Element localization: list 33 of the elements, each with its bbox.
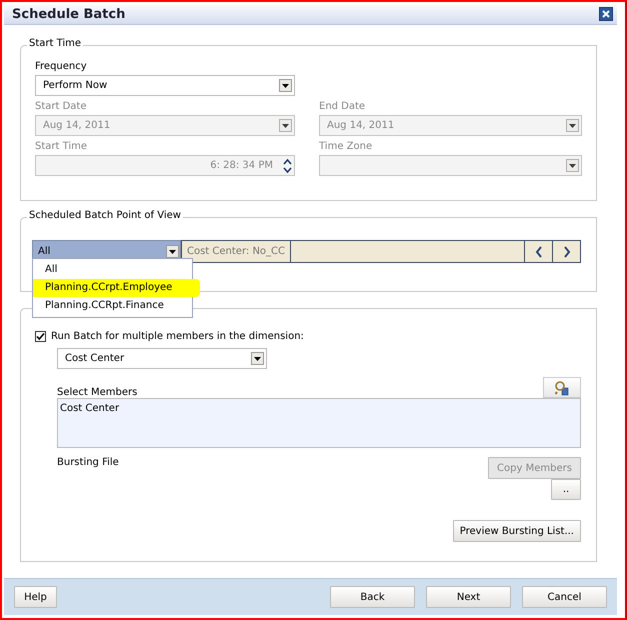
dropdown-option[interactable]: Planning.CCrpt.Employee <box>33 279 200 297</box>
dropdown-field[interactable]: Perform Now <box>35 75 295 96</box>
chevron-left-icon <box>534 246 542 258</box>
field-label: Time Zone <box>319 140 374 154</box>
checkbox[interactable] <box>35 331 46 342</box>
dialog-button[interactable]: Back <box>330 586 415 608</box>
field-label: End Date <box>319 100 366 114</box>
dropdown-arrow-icon[interactable] <box>166 245 179 258</box>
dialog-button[interactable]: Next <box>426 586 511 608</box>
chevron-right-icon <box>562 246 570 258</box>
magnifier-icon <box>554 380 570 396</box>
close-icon[interactable] <box>599 7 613 22</box>
window-title: Schedule Batch <box>12 6 126 22</box>
dialog-button[interactable]: Cancel <box>522 586 607 608</box>
dimension-dropdown[interactable]: Cost Center <box>57 348 267 370</box>
field-label: Select Members <box>57 387 138 398</box>
section-legend: Scheduled Batch Point of View <box>27 210 183 222</box>
previous-button[interactable] <box>525 240 553 264</box>
field-label: Bursting File <box>57 457 119 470</box>
section-legend: Start Time <box>27 38 84 50</box>
field-label: Start Time <box>35 140 88 154</box>
checkbox-label: Run Batch for multiple members in the dimension: <box>51 331 304 342</box>
browse-button[interactable]: .. <box>551 479 581 500</box>
preview-button[interactable]: Preview Bursting List... <box>452 520 581 542</box>
help-button[interactable]: Help <box>14 586 57 608</box>
member-selector-button[interactable] <box>543 377 581 398</box>
next-button[interactable] <box>553 240 581 264</box>
members-field[interactable]: Cost Center <box>57 398 581 448</box>
dropdown-option[interactable]: Planning.CCRpt.Finance <box>33 297 192 315</box>
field-label: Start Date <box>35 100 88 114</box>
pov-member[interactable]: Cost Center: No_CC <box>181 240 292 264</box>
dropdown-option[interactable]: All <box>33 261 192 279</box>
field-label: Frequency <box>35 60 88 74</box>
